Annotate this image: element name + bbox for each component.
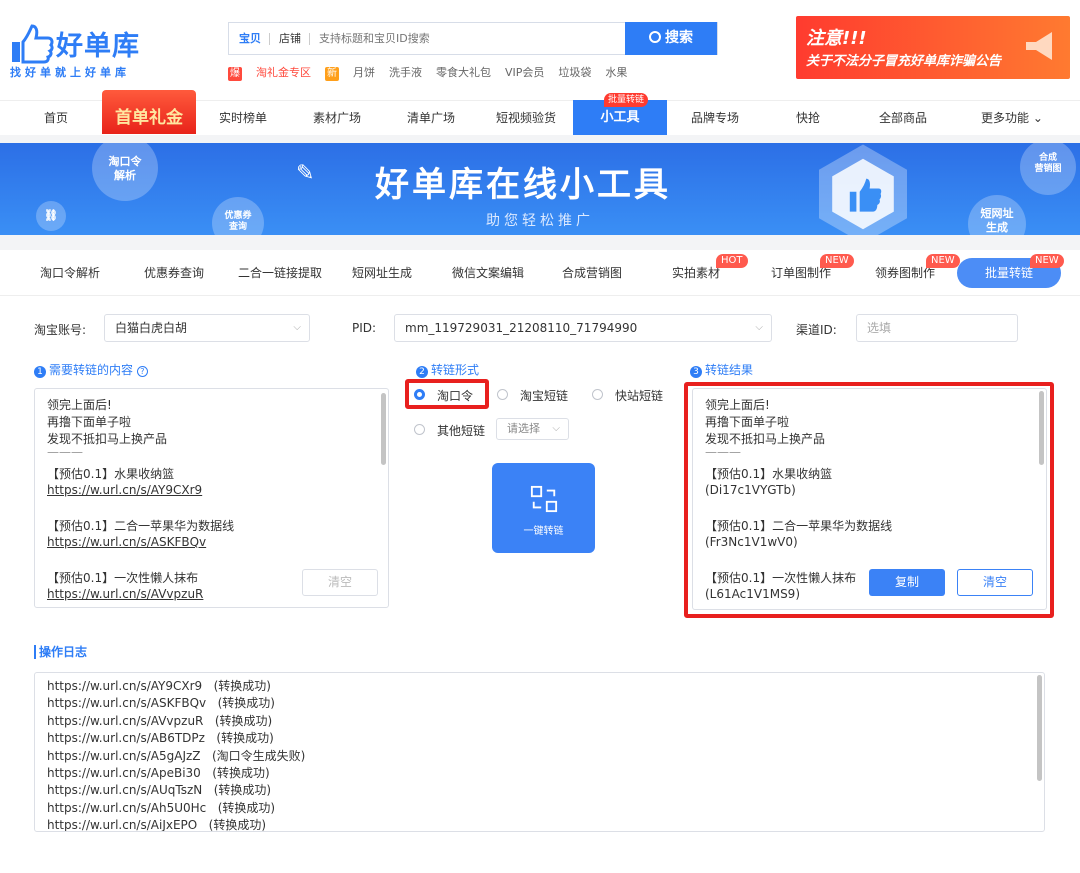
nav-all[interactable]: 全部商品 xyxy=(866,101,940,136)
nav-list[interactable]: 清单广场 xyxy=(396,101,466,136)
banner-bubble-coupon: 优惠券 查询 xyxy=(212,197,264,235)
pid-label: PID: xyxy=(352,321,377,335)
tab-badge-new: NEW xyxy=(1030,254,1064,268)
hotword-link[interactable]: 洗手液 xyxy=(389,66,422,79)
log-line: https://w.url.cn/s/AiJxEPO (转换成功) xyxy=(47,818,267,832)
log-line: https://w.url.cn/s/Ah5U0Hc (转换成功) xyxy=(47,800,276,815)
channel-label: 渠道ID: xyxy=(796,323,837,337)
tab-link-extract[interactable]: 二合一链接提取 xyxy=(232,250,328,296)
convert-icon xyxy=(530,485,558,513)
section-input-title: 1 需要转链的内容 ? xyxy=(34,361,148,378)
thumbs-up-badge-icon xyxy=(819,144,907,235)
banner-bubble-compose: 合成 营销图 xyxy=(1020,143,1076,195)
tab-taokouling-parse[interactable]: 淘口令解析 xyxy=(30,250,110,296)
chevron-down-icon: ⌵ xyxy=(755,322,763,333)
radio-label-other-short[interactable]: 其他短链 xyxy=(437,422,485,439)
hotword-link[interactable]: 垃圾袋 xyxy=(558,66,591,79)
log-line: https://w.url.cn/s/AVvpzuR (转换成功) xyxy=(47,713,273,728)
nav-material[interactable]: 素材广场 xyxy=(302,101,372,136)
nav-video[interactable]: 短视频验货 xyxy=(486,101,566,136)
logo-slogan: 找好单就上好单库 xyxy=(10,66,130,79)
log-box[interactable]: https://w.url.cn/s/AY9CXr9 (转换成功) https:/… xyxy=(34,672,1045,832)
link-icon: ⛓ xyxy=(36,201,66,231)
scrollbar[interactable] xyxy=(1037,675,1042,781)
nav-flash[interactable]: 快抢 xyxy=(776,101,840,136)
notice-title: 注意!!! xyxy=(806,28,867,49)
help-icon[interactable]: ? xyxy=(136,366,148,377)
tab-marketing-image[interactable]: 合成营销图 xyxy=(556,250,628,296)
pid-select[interactable]: mm_119729031_21208110_71794990 ⌵ xyxy=(394,314,772,342)
log-line: https://w.url.cn/s/ApeBi30 (转换成功) xyxy=(47,766,270,781)
hotword-link[interactable]: 新月饼 xyxy=(325,66,375,81)
hotword-link[interactable]: 零食大礼包 xyxy=(436,66,491,79)
notice-banner[interactable]: 注意!!! 关于不法分子冒充好单库诈骗公告 xyxy=(796,16,1070,79)
tab-badge-hot: HOT xyxy=(716,254,748,268)
notice-text: 关于不法分子冒充好单库诈骗公告 xyxy=(806,54,1002,69)
banner-bubble-taokouling: 淘口令 解析 xyxy=(92,143,158,201)
tab-wechat-edit[interactable]: 微信文案编辑 xyxy=(446,250,530,296)
hotwords: 爆淘礼金专区新月饼 洗手液 零食大礼包 VIP会员 垃圾袋 水果 xyxy=(228,64,641,82)
chevron-down-icon: ⌵ xyxy=(552,423,560,434)
search-tab-item[interactable]: 宝贝 xyxy=(239,23,261,54)
header: 好单库 找好单就上好单库 宝贝 店铺 搜索 爆淘礼金专区新月饼 洗手液 零食大礼包 V… xyxy=(0,0,1080,100)
radio-kuaizhan-short[interactable] xyxy=(592,389,603,400)
highlight-box xyxy=(684,382,1054,618)
input-clear-button[interactable]: 清空 xyxy=(302,569,378,596)
hotword-link[interactable]: 水果 xyxy=(605,66,627,79)
nav-rank[interactable]: 实时榜单 xyxy=(208,101,278,136)
hotword-link[interactable]: VIP会员 xyxy=(505,66,544,79)
nav-brand[interactable]: 品牌专场 xyxy=(680,101,750,136)
log-line: https://w.url.cn/s/AUqTszN (转换成功) xyxy=(47,783,272,798)
banner-title: 好单库在线小工具 xyxy=(375,165,671,205)
search-input[interactable] xyxy=(319,27,619,50)
nav-more[interactable]: 更多功能 ⌄ xyxy=(972,101,1052,136)
log-lines: https://w.url.cn/s/AY9CXr9 (转换成功) https:/… xyxy=(47,678,306,832)
section-mode-title: 2 转链形式 xyxy=(416,361,479,378)
megaphone-icon xyxy=(1026,32,1052,60)
tab-coupon-query[interactable]: 优惠券查询 xyxy=(134,250,214,296)
other-short-select[interactable]: 请选择 ⌵ xyxy=(496,418,569,440)
hotword-tag: 新 xyxy=(325,67,339,81)
tab-badge-new: NEW xyxy=(926,254,960,268)
account-label: 淘宝账号: xyxy=(34,323,87,337)
log-line: https://w.url.cn/s/AB6TDPz (转换成功) xyxy=(47,731,274,746)
radio-other-short[interactable] xyxy=(414,424,425,435)
tab-badge-new: NEW xyxy=(820,254,854,268)
hotword-link[interactable]: 爆淘礼金专区 xyxy=(228,66,311,81)
nav-home[interactable]: 首页 xyxy=(24,101,88,136)
tab-short-url[interactable]: 短网址生成 xyxy=(346,250,418,296)
banner-bubble-shorturl: 短网址 生成 xyxy=(968,195,1026,235)
scrollbar[interactable] xyxy=(381,393,386,465)
nav-first-order-gift[interactable]: 首单礼金 xyxy=(102,90,196,134)
chevron-down-icon: ⌵ xyxy=(293,322,301,333)
chevron-down-icon: ⌄ xyxy=(1032,111,1043,125)
wrench-icon: ✎ xyxy=(296,161,315,186)
convert-button[interactable]: 一键转链 xyxy=(492,463,595,553)
log-title: 操作日志 xyxy=(34,645,87,659)
banner-subtitle: 助您轻松推广 xyxy=(486,213,594,229)
highlight-box xyxy=(405,379,489,409)
log-line: https://w.url.cn/s/ASKFBQv (转换成功) xyxy=(47,696,275,711)
search-tab-shop[interactable]: 店铺 xyxy=(279,23,301,54)
hotword-tag: 爆 xyxy=(228,67,242,81)
section-result-title: 3 转链结果 xyxy=(690,361,753,378)
search-button[interactable]: 搜索 xyxy=(625,22,717,55)
channel-id-input[interactable]: 选填 xyxy=(856,314,1018,342)
thumbs-up-logo-icon xyxy=(12,24,54,64)
search-icon xyxy=(649,31,661,43)
log-line: https://w.url.cn/s/A5gAJzZ (淘口令生成失败) xyxy=(47,748,306,763)
radio-label-taobao-short[interactable]: 淘宝短链 xyxy=(520,387,568,404)
logo-name: 好单库 xyxy=(56,31,140,62)
nav-tools-badge: 批量转链 xyxy=(604,93,649,107)
radio-taobao-short[interactable] xyxy=(497,389,508,400)
logo[interactable]: 好单库 找好单就上好单库 xyxy=(8,22,168,82)
log-line: https://w.url.cn/s/AY9CXr9 (转换成功) xyxy=(47,679,271,693)
banner: 淘口令 解析 优惠券 查询 合成 营销图 短网址 生成 ⛓ ✎ 好单库在线小工具… xyxy=(0,143,1080,235)
tool-tabs: 淘口令解析 优惠券查询 二合一链接提取 短网址生成 微信文案编辑 合成营销图 实… xyxy=(0,250,1080,296)
account-select[interactable]: 白猫白虎白胡 ⌵ xyxy=(104,314,310,342)
radio-label-kuaizhan-short[interactable]: 快站短链 xyxy=(615,387,663,404)
